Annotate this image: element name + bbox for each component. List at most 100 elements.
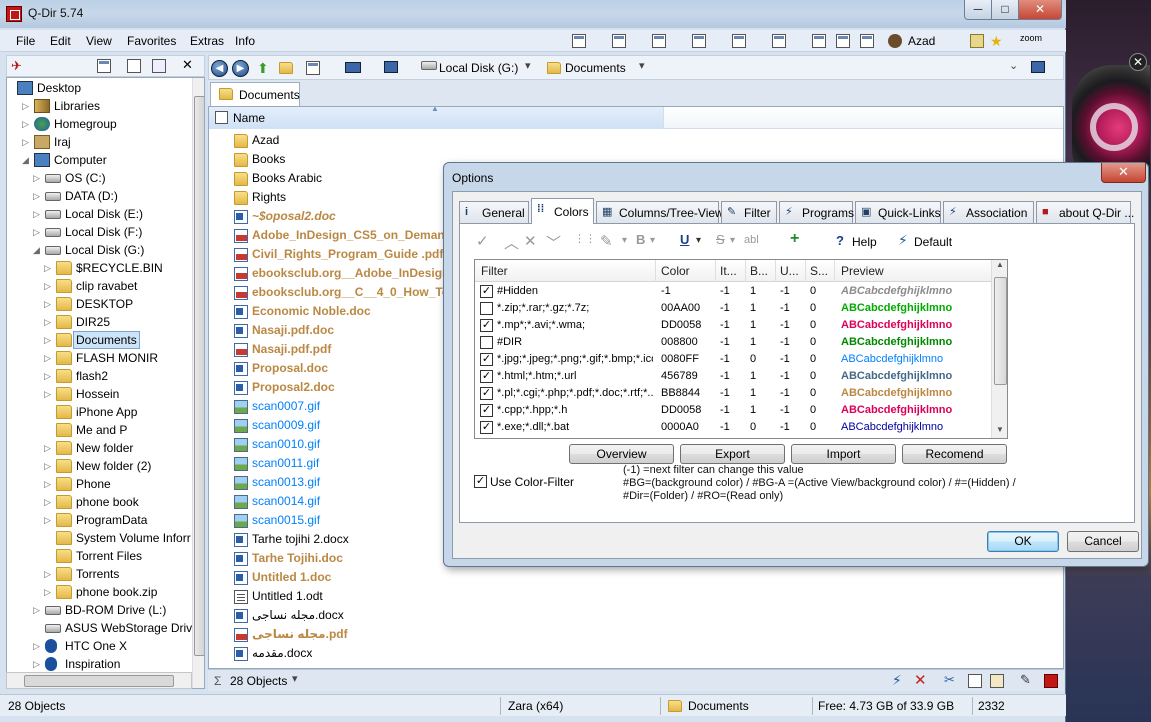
filter-row[interactable]: ✓ *.exe;*.dll;*.bat 0000A0 -1 0 -1 0 ABCabcdefg… xyxy=(475,419,992,436)
delete-icon[interactable]: ✕ xyxy=(524,232,537,250)
select-all-checkbox[interactable] xyxy=(215,111,228,124)
default-icon[interactable]: ⚡ xyxy=(898,232,908,249)
screen-icon[interactable] xyxy=(384,61,398,73)
tab-programs[interactable]: ⚡ Programs xyxy=(779,201,854,223)
filter-checkbox[interactable]: ✓ xyxy=(480,404,493,417)
filter-row[interactable]: ✓ *.mp*;*.avi;*.wma; DD0058 -1 1 -1 0 ABCabcdef… xyxy=(475,317,992,334)
import-button[interactable]: Import xyxy=(791,444,896,464)
paste-icon[interactable] xyxy=(990,674,1004,688)
favorites-icon[interactable] xyxy=(970,34,984,48)
add-icon[interactable]: + xyxy=(790,230,799,248)
move-down-icon[interactable]: ﹀ xyxy=(546,232,561,253)
filter-row[interactable]: ✓ #Hidden -1 -1 1 -1 0 ABCabcdefghijklmno xyxy=(475,283,992,300)
count-dropdown-icon[interactable]: ▾ xyxy=(292,672,298,685)
menu-edit[interactable]: Edit xyxy=(50,34,71,48)
strikethrough-icon[interactable]: S xyxy=(716,232,725,247)
filter-checkbox[interactable]: ✓ xyxy=(480,353,493,366)
screen-icon[interactable] xyxy=(1031,61,1045,73)
tab-documents[interactable]: Documents xyxy=(210,82,300,106)
expand-arrow-icon[interactable]: ▷ xyxy=(33,601,43,619)
view-mode-icon[interactable] xyxy=(306,61,320,75)
header-filter[interactable]: Filter xyxy=(481,264,508,278)
expand-arrow-icon[interactable]: ▷ xyxy=(44,349,54,367)
tab-filter[interactable]: ✎ Filter xyxy=(721,201,777,223)
layout-icon[interactable] xyxy=(732,34,746,48)
layout-icon[interactable] xyxy=(692,34,706,48)
back-icon[interactable]: ◀ xyxy=(211,60,228,77)
layout-icon[interactable] xyxy=(572,34,586,48)
tab-about-q-dir[interactable]: ■ about Q-Dir ... xyxy=(1036,201,1134,223)
tab-general[interactable]: i General xyxy=(459,201,529,223)
minimize-button[interactable]: ─ xyxy=(964,0,992,20)
use-color-filter-checkbox[interactable]: ✓ xyxy=(474,475,487,488)
menu-file[interactable]: File xyxy=(16,34,35,48)
address-drive[interactable]: Local Disk (G:) xyxy=(439,61,518,75)
expand-arrow-icon[interactable]: ▷ xyxy=(33,205,43,223)
maximize-button[interactable]: □ xyxy=(991,0,1019,20)
search-icon[interactable] xyxy=(152,59,166,73)
expand-arrow-icon[interactable]: ▷ xyxy=(44,313,54,331)
abc-icon[interactable]: abl xyxy=(744,234,759,246)
export-button[interactable]: Export xyxy=(680,444,785,464)
chevron-down-icon[interactable]: ⌄ xyxy=(1009,59,1018,72)
zoom-icon[interactable]: zoom xyxy=(1020,33,1042,47)
expand-arrow-icon[interactable]: ▷ xyxy=(33,169,43,187)
layout-icon[interactable] xyxy=(836,34,850,48)
header-preview[interactable]: Preview xyxy=(841,264,884,278)
dialog-close-button[interactable]: ✕ xyxy=(1101,163,1146,183)
pen-icon[interactable]: ✎ xyxy=(600,232,613,250)
filter-checkbox[interactable]: ✓ xyxy=(480,370,493,383)
bold-icon[interactable]: B xyxy=(636,232,645,247)
expand-arrow-icon[interactable]: ▷ xyxy=(44,295,54,313)
properties-icon[interactable] xyxy=(1044,674,1058,688)
expand-arrow-icon[interactable]: ▷ xyxy=(44,475,54,493)
layout-icon[interactable] xyxy=(772,34,786,48)
move-up-icon[interactable]: ︿ xyxy=(504,232,519,253)
dropdown-icon[interactable]: ▾ xyxy=(622,235,627,246)
layout-icon[interactable] xyxy=(860,34,874,48)
filter-row[interactable]: ✓ *.pl;*.cgi;*.php;*.pdf;*.doc;*.rtf;*...… xyxy=(475,385,992,402)
close-icon[interactable]: ✕ xyxy=(182,58,196,72)
tab-quick-links[interactable]: ▣ Quick-Links xyxy=(855,201,941,223)
up-icon[interactable]: ⬆ xyxy=(257,61,271,75)
help-icon[interactable]: ? xyxy=(836,233,844,248)
expand-arrow-icon[interactable]: ▷ xyxy=(33,223,43,241)
close-button[interactable]: ✕ xyxy=(1018,0,1062,20)
tree-scrollbar[interactable] xyxy=(192,78,204,688)
menu-extras[interactable]: Extras xyxy=(190,34,224,48)
tree-horizontal-scrollbar[interactable] xyxy=(6,672,192,689)
star-icon[interactable]: ★ xyxy=(990,34,1004,48)
header-underline[interactable]: U... xyxy=(780,264,799,278)
menu-favorites[interactable]: Favorites xyxy=(127,34,176,48)
expanded-arrow-icon[interactable]: ◢ xyxy=(33,241,43,259)
header-italic[interactable]: It... xyxy=(720,264,737,278)
filter-checkbox[interactable] xyxy=(480,302,493,315)
dropdown-icon[interactable]: ▾ xyxy=(650,235,655,246)
expand-arrow-icon[interactable]: ▷ xyxy=(44,259,54,277)
ok-button[interactable]: OK xyxy=(987,531,1059,552)
expand-arrow-icon[interactable]: ▷ xyxy=(33,655,43,673)
expand-arrow-icon[interactable]: ▷ xyxy=(44,367,54,385)
expand-arrow-icon[interactable]: ▷ xyxy=(44,565,54,583)
expand-arrow-icon[interactable]: ▷ xyxy=(44,439,54,457)
expand-arrow-icon[interactable]: ▷ xyxy=(44,511,54,529)
filter-checkbox[interactable]: ✓ xyxy=(480,421,493,434)
expand-arrow-icon[interactable]: ▷ xyxy=(44,331,54,349)
layout-icon[interactable] xyxy=(812,34,826,48)
expand-arrow-icon[interactable]: ▷ xyxy=(44,457,54,475)
delete-icon[interactable]: ✕ xyxy=(914,671,927,689)
drive-dropdown-icon[interactable]: ▾ xyxy=(525,59,531,72)
menu-view[interactable]: View xyxy=(86,34,112,48)
menu-info[interactable]: Info xyxy=(235,34,255,48)
header-bold[interactable]: B... xyxy=(750,264,768,278)
cut-icon[interactable]: ✂ xyxy=(944,672,955,688)
document-icon[interactable] xyxy=(127,59,141,73)
header-color[interactable]: Color xyxy=(661,264,690,278)
expanded-arrow-icon[interactable]: ◢ xyxy=(22,151,32,169)
layout-icon[interactable] xyxy=(612,34,626,48)
copy-icon[interactable] xyxy=(968,674,982,688)
layout-icon[interactable] xyxy=(652,34,666,48)
filter-checkbox[interactable]: ✓ xyxy=(480,285,493,298)
underline-icon[interactable]: U xyxy=(680,232,689,247)
recomend-button[interactable]: Recomend xyxy=(902,444,1007,464)
